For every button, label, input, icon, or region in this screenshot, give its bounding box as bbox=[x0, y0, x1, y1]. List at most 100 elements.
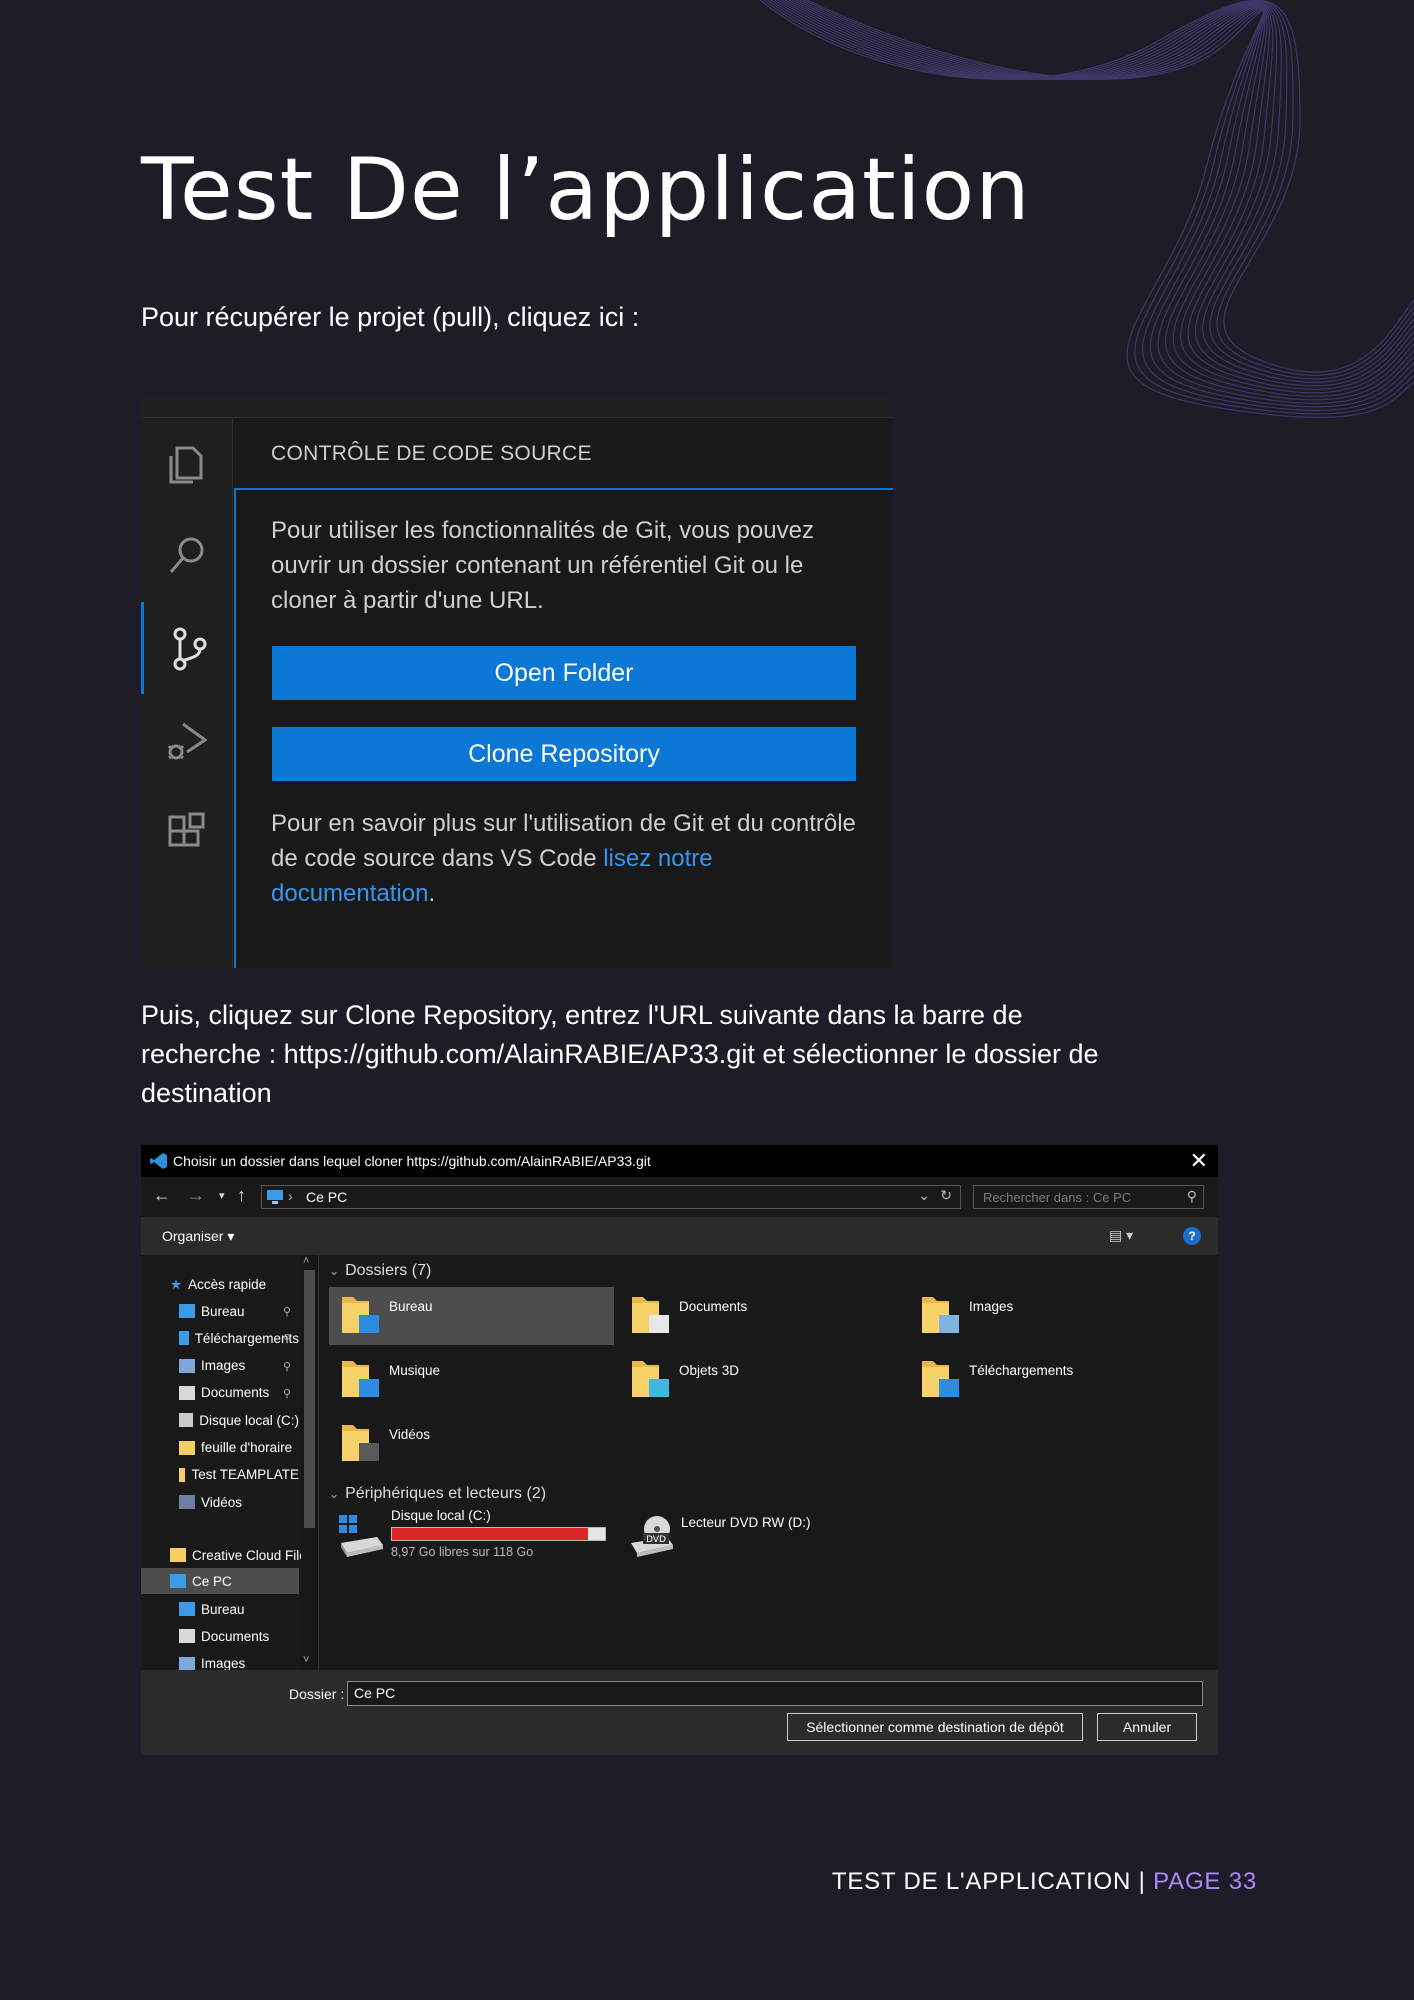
footer-section: TEST DE L'APPLICATION | bbox=[831, 1868, 1146, 1895]
view-options-icon[interactable]: ▤ ▾ bbox=[1109, 1227, 1133, 1244]
drive-c-name: Disque local (C:) bbox=[391, 1508, 491, 1523]
forward-arrow-icon[interactable]: → bbox=[187, 1185, 205, 1206]
drive-d-name: Lecteur DVD RW (D:) bbox=[681, 1515, 811, 1530]
nav-scrollbar-thumb[interactable] bbox=[304, 1270, 315, 1528]
help-icon[interactable]: ? bbox=[1183, 1227, 1201, 1245]
page-title: Test De l’application bbox=[141, 140, 1031, 240]
pin-icon: ⚲ bbox=[283, 1333, 292, 1346]
up-arrow-icon[interactable]: ↑ bbox=[237, 1185, 246, 1206]
folder-item[interactable]: Téléchargements bbox=[909, 1351, 1194, 1409]
folder-name: Documents bbox=[679, 1299, 748, 1314]
folder-item[interactable]: Documents bbox=[619, 1287, 904, 1345]
instruction-clone: Puis, cliquez sur Clone Repository, entr… bbox=[141, 1000, 1099, 1108]
nav-quick-item-label: Disque local (C:) bbox=[199, 1412, 299, 1428]
pin-icon: ⚲ bbox=[283, 1387, 292, 1400]
devices-group-header[interactable]: ⌄ Périphériques et lecteurs (2) bbox=[329, 1485, 546, 1503]
folder-icon bbox=[179, 1413, 194, 1428]
search-placeholder: Rechercher dans : Ce PC bbox=[983, 1190, 1132, 1205]
nav-quick-item-label: Images bbox=[201, 1358, 246, 1374]
cancel-button[interactable]: Annuler bbox=[1097, 1713, 1197, 1741]
organize-button[interactable]: Organiser ▾ bbox=[162, 1228, 234, 1245]
select-destination-button[interactable]: Sélectionner comme destination de dépôt bbox=[787, 1713, 1083, 1741]
folder-icon bbox=[179, 1656, 195, 1671]
footer-page-number: PAGE 33 bbox=[1153, 1868, 1257, 1895]
pin-icon: ⚲ bbox=[283, 1360, 292, 1373]
dialog-titlebar: Choisir un dossier dans lequel cloner ht… bbox=[141, 1145, 1218, 1177]
nav-quick-item[interactable]: feuille d'horaire bbox=[179, 1436, 299, 1460]
navigation-pane: ⌄★Accès rapide Bureau⚲Téléchargements⚲Im… bbox=[141, 1255, 319, 1672]
folder-item[interactable]: Musique bbox=[329, 1351, 614, 1409]
folder-name: Bureau bbox=[389, 1299, 433, 1314]
source-control-title: CONTRÔLE DE CODE SOURCE bbox=[271, 442, 592, 465]
git-intro-text: Pour utiliser les fonctionnalités de Git… bbox=[271, 517, 814, 614]
open-folder-button[interactable]: Open Folder bbox=[272, 646, 856, 700]
chevron-down-icon[interactable]: ⌄ bbox=[918, 1187, 930, 1204]
extensions-icon[interactable] bbox=[141, 786, 233, 878]
folders-group-header[interactable]: ⌄ Dossiers (7) bbox=[329, 1262, 431, 1280]
nav-quick-item[interactable]: Images bbox=[179, 1354, 299, 1378]
drive-c[interactable]: Disque local (C:) 8,97 Go libres sur 118… bbox=[329, 1505, 614, 1565]
folder-item[interactable]: Images bbox=[909, 1287, 1194, 1345]
back-arrow-icon[interactable]: ← bbox=[153, 1185, 171, 1206]
nav-quick-item[interactable]: Vidéos bbox=[179, 1490, 299, 1514]
folder-icon bbox=[179, 1440, 195, 1455]
clone-repository-button[interactable]: Clone Repository bbox=[272, 727, 856, 781]
folder-icon bbox=[922, 1297, 959, 1333]
folder-icon bbox=[179, 1602, 195, 1616]
refresh-icon[interactable]: ↻ bbox=[940, 1187, 952, 1204]
address-bar[interactable]: › Ce PC ⌄ ↻ bbox=[261, 1185, 961, 1209]
nav-quick-item-label: Bureau bbox=[201, 1303, 245, 1319]
folder-picker-dialog: Choisir un dossier dans lequel cloner ht… bbox=[141, 1145, 1218, 1755]
folder-icon bbox=[179, 1495, 195, 1510]
folder-name: Objets 3D bbox=[679, 1363, 740, 1378]
nav-quick-item[interactable]: Documents bbox=[179, 1381, 299, 1405]
dialog-title: Choisir un dossier dans lequel cloner ht… bbox=[173, 1153, 651, 1169]
recent-chevron-icon[interactable]: ▾ bbox=[219, 1189, 225, 1202]
nav-creative-cloud-label: Creative Cloud Files bbox=[192, 1547, 314, 1563]
nav-pc-item[interactable]: ›Bureau bbox=[179, 1597, 299, 1621]
folder-icon bbox=[179, 1358, 195, 1373]
git-docs-text: Pour en savoir plus sur l'utilisation de… bbox=[271, 806, 871, 911]
drive-d[interactable]: DVD Lecteur DVD RW (D:) bbox=[619, 1505, 904, 1565]
nav-quick-item[interactable]: Téléchargements bbox=[179, 1326, 299, 1350]
folder-icon bbox=[342, 1425, 379, 1461]
run-debug-icon[interactable] bbox=[141, 694, 233, 786]
folder-icon bbox=[179, 1331, 189, 1346]
address-location: Ce PC bbox=[306, 1189, 348, 1205]
search-icon[interactable] bbox=[141, 510, 233, 602]
vscode-activity-bar bbox=[141, 418, 233, 968]
drive-c-free-space: 8,97 Go libres sur 118 Go bbox=[391, 1545, 534, 1559]
folder-field[interactable]: Ce PC bbox=[347, 1681, 1203, 1706]
drive-c-usage-bar bbox=[391, 1527, 606, 1541]
scroll-up-icon[interactable]: ˄ bbox=[303, 1255, 309, 1267]
nav-pc-item-label: Bureau bbox=[201, 1601, 245, 1617]
nav-quick-item[interactable]: Bureau bbox=[179, 1299, 299, 1323]
nav-quick-item-label: Vidéos bbox=[201, 1494, 243, 1510]
folders-group-label: Dossiers (7) bbox=[345, 1262, 432, 1279]
folder-icon bbox=[342, 1361, 379, 1397]
folder-icon bbox=[342, 1297, 379, 1333]
vscode-logo-icon bbox=[150, 1153, 167, 1169]
folder-item[interactable]: Bureau bbox=[329, 1287, 614, 1345]
folder-item[interactable]: Vidéos bbox=[329, 1415, 614, 1473]
folder-item[interactable]: Objets 3D bbox=[619, 1351, 904, 1409]
folder-name: Musique bbox=[389, 1363, 441, 1378]
files-icon[interactable] bbox=[141, 418, 233, 510]
nav-quick-item[interactable]: Disque local (C:) bbox=[179, 1408, 299, 1432]
search-input[interactable]: Rechercher dans : Ce PC ⚲ bbox=[973, 1185, 1204, 1209]
scroll-down-icon[interactable]: ˅ bbox=[303, 1654, 309, 1666]
content-pane: ⌄ Dossiers (7) ⌄ Périphériques et lecteurs… bbox=[321, 1255, 1218, 1670]
source-control-icon[interactable] bbox=[141, 602, 233, 694]
nav-quick-item[interactable]: Test TEAMPLATE bbox=[179, 1463, 299, 1487]
nav-pc-item-label: Documents bbox=[201, 1628, 270, 1644]
chevron-down-icon: ⌄ bbox=[329, 1487, 340, 1501]
chevron-down-icon: ⌄ bbox=[329, 1264, 340, 1278]
nav-pc-item[interactable]: ›Documents bbox=[179, 1624, 299, 1648]
folder-name: Vidéos bbox=[389, 1427, 431, 1442]
folder-icon bbox=[632, 1297, 669, 1333]
vscode-source-control-screenshot: CONTRÔLE DE CODE SOURCE Pour utiliser le… bbox=[141, 398, 893, 968]
close-icon[interactable]: ✕ bbox=[1190, 1148, 1208, 1174]
pin-icon: ⚲ bbox=[283, 1306, 292, 1318]
nav-pc-item-label: Images bbox=[201, 1656, 246, 1672]
svg-text:DVD: DVD bbox=[646, 1535, 666, 1545]
